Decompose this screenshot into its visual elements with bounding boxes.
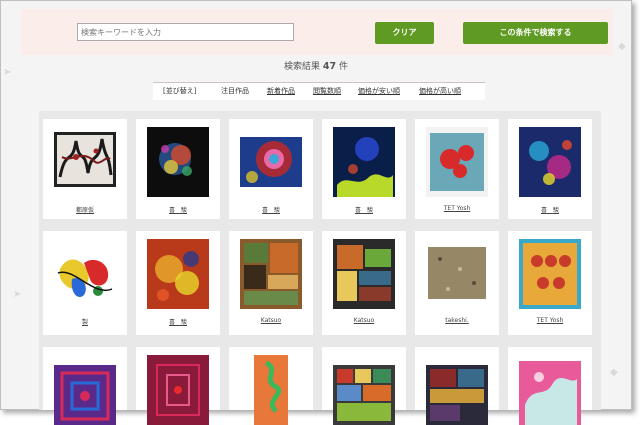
artwork-thumbnail[interactable] bbox=[426, 127, 488, 197]
artwork-thumbnail[interactable] bbox=[54, 355, 116, 425]
artwork-label[interactable]: takeshi. bbox=[415, 317, 499, 324]
artwork-thumbnail[interactable] bbox=[147, 239, 209, 309]
artwork-label[interactable]: TET Yosh bbox=[415, 205, 499, 212]
artwork-label[interactable]: 喜 駿 bbox=[322, 205, 406, 214]
artwork-thumbnail[interactable] bbox=[54, 127, 116, 197]
artwork-thumbnail[interactable] bbox=[240, 239, 302, 309]
decorative-bird-icon: ◆ bbox=[618, 41, 626, 52]
artwork-thumbnail[interactable] bbox=[147, 127, 209, 197]
artwork-card[interactable]: 喜 駿 bbox=[136, 231, 220, 335]
artwork-card[interactable]: 喜 駿 bbox=[508, 119, 592, 219]
artwork-thumbnail[interactable] bbox=[147, 355, 209, 425]
artwork-card[interactable]: 喜 駿 bbox=[229, 119, 313, 219]
artwork-card[interactable]: TET Yosh bbox=[415, 119, 499, 219]
page-frame: ➤ ➤ ◆ ◆ クリア この条件で検索する 検索結果 47 件 [並び替え] 注… bbox=[0, 0, 632, 425]
artwork-card[interactable] bbox=[322, 347, 406, 425]
search-bar: クリア この条件で検索する bbox=[21, 9, 613, 55]
artwork-label[interactable]: 製 bbox=[43, 317, 127, 326]
artwork-thumbnail[interactable] bbox=[240, 355, 302, 425]
artwork-thumbnail[interactable] bbox=[240, 127, 302, 197]
artwork-card[interactable]: TET Yosh bbox=[508, 231, 592, 335]
artwork-grid: 都原仮 喜 駿 喜 駿 喜 駿 TET Yosh 喜 駿 製 喜 駿 Katsu… bbox=[39, 111, 601, 425]
result-count-prefix: 検索結果 bbox=[283, 62, 320, 72]
artwork-label[interactable]: TET Yosh bbox=[508, 317, 592, 324]
artwork-thumbnail[interactable] bbox=[54, 239, 116, 309]
search-submit-button[interactable]: この条件で検索する bbox=[463, 22, 608, 44]
sort-label: [並び替え] bbox=[163, 87, 197, 95]
artwork-label[interactable]: Katsuo bbox=[229, 317, 313, 324]
sort-option-views[interactable]: 閲覧数順 bbox=[313, 83, 341, 100]
artwork-thumbnail[interactable] bbox=[519, 127, 581, 197]
search-input[interactable] bbox=[77, 23, 294, 41]
artwork-card[interactable]: 喜 駿 bbox=[136, 119, 220, 219]
sort-option-price-low[interactable]: 価格が安い順 bbox=[358, 83, 400, 100]
artwork-card[interactable]: 喜 駿 bbox=[322, 119, 406, 219]
artwork-thumbnail[interactable] bbox=[333, 355, 395, 425]
artwork-card[interactable]: Katsuo bbox=[229, 231, 313, 335]
decorative-bird-icon: ◆ bbox=[610, 367, 618, 378]
result-count-suffix: 件 bbox=[338, 62, 348, 72]
artwork-card[interactable] bbox=[415, 347, 499, 425]
artwork-label[interactable]: Katsuo bbox=[322, 317, 406, 324]
artwork-card[interactable] bbox=[229, 347, 313, 425]
artwork-label[interactable]: 喜 駿 bbox=[508, 205, 592, 214]
clear-button[interactable]: クリア bbox=[375, 22, 434, 44]
sort-bar: [並び替え] 注目作品 新着作品 閲覧数順 価格が安い順 価格が高い順 bbox=[153, 82, 485, 100]
artwork-thumbnail[interactable] bbox=[519, 355, 581, 425]
artwork-label[interactable]: 都原仮 bbox=[43, 205, 127, 214]
artwork-card[interactable] bbox=[508, 347, 592, 425]
sort-option-price-high[interactable]: 価格が高い順 bbox=[419, 83, 461, 100]
sort-option-featured[interactable]: 注目作品 bbox=[221, 83, 249, 100]
artwork-label[interactable]: 喜 駿 bbox=[229, 205, 313, 214]
result-count: 検索結果 47 件 bbox=[1, 59, 631, 72]
sort-option-newest[interactable]: 新着作品 bbox=[267, 83, 295, 100]
artwork-label[interactable]: 喜 駿 bbox=[136, 205, 220, 214]
artwork-thumbnail[interactable] bbox=[426, 355, 488, 425]
decorative-bird-icon: ➤ bbox=[13, 289, 22, 300]
result-count-number: 47 bbox=[322, 61, 337, 72]
artwork-card[interactable] bbox=[136, 347, 220, 425]
artwork-thumbnail[interactable] bbox=[333, 127, 395, 197]
artwork-label[interactable]: 喜 駿 bbox=[136, 317, 220, 326]
artwork-card[interactable]: 都原仮 bbox=[43, 119, 127, 219]
artwork-card[interactable]: 製 bbox=[43, 231, 127, 335]
artwork-card[interactable]: Katsuo bbox=[322, 231, 406, 335]
artwork-thumbnail[interactable] bbox=[426, 239, 488, 309]
artwork-card[interactable]: takeshi. bbox=[415, 231, 499, 335]
artwork-card[interactable] bbox=[43, 347, 127, 425]
artwork-thumbnail[interactable] bbox=[333, 239, 395, 309]
artwork-thumbnail[interactable] bbox=[519, 239, 581, 309]
